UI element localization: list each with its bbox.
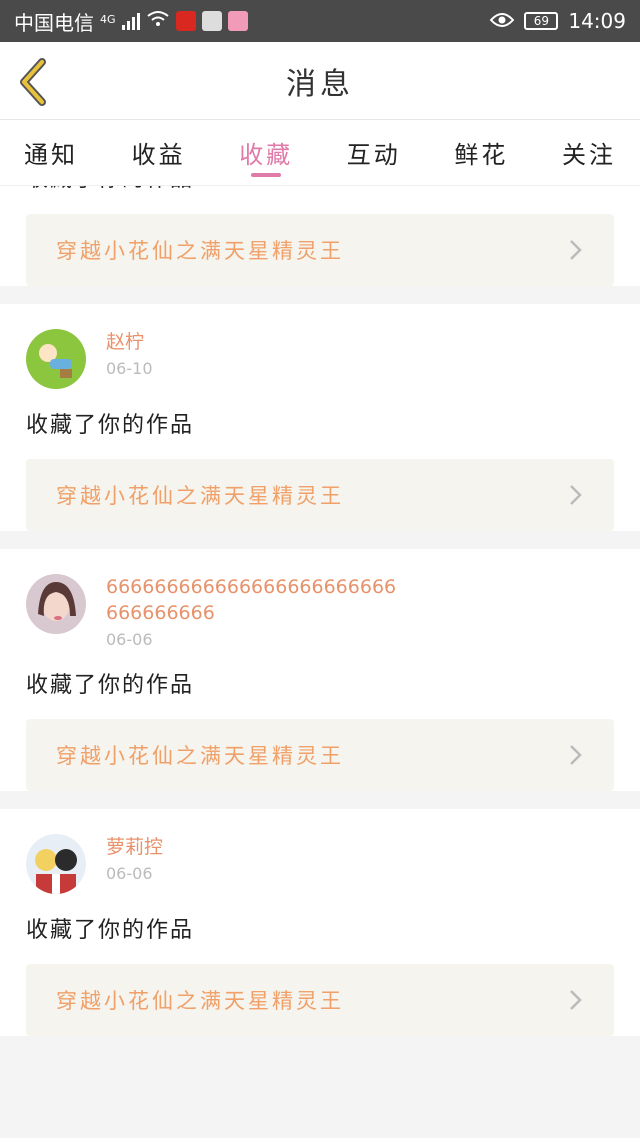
tab-favorites[interactable]: 收藏: [239, 120, 293, 186]
message-app-icon: [201, 11, 222, 31]
chevron-right-icon: [570, 990, 582, 1010]
work-title: 穿越小花仙之满天星精灵王: [56, 239, 344, 263]
network-label: 4G: [100, 12, 116, 26]
eye-icon: [490, 9, 515, 33]
timestamp: 06-10: [106, 359, 153, 378]
tab-earnings[interactable]: 收益: [132, 120, 186, 186]
action-text: 收藏了你的作品: [26, 186, 614, 194]
list-item: 666666666666666666666666666666666 06-06 …: [0, 549, 640, 791]
list-item: 萝莉控 06-06 收藏了你的作品 穿越小花仙之满天星精灵王: [0, 809, 640, 1036]
netease-music-icon: [175, 11, 196, 31]
action-text: 收藏了你的作品: [26, 918, 195, 943]
chevron-right-icon: [570, 240, 582, 260]
username[interactable]: 赵柠: [106, 329, 153, 355]
work-link[interactable]: 穿越小花仙之满天星精灵王: [26, 719, 614, 791]
back-button[interactable]: [14, 58, 54, 106]
tab-interactions[interactable]: 互动: [347, 120, 401, 186]
chevron-right-icon: [570, 745, 582, 765]
tab-bar: 通知 收益 收藏 互动 鲜花 关注: [0, 120, 640, 186]
list-item: 收藏了你的作品 穿越小花仙之满天星精灵王: [0, 186, 640, 286]
tab-following[interactable]: 关注: [562, 120, 616, 186]
back-arrow-icon: [20, 58, 46, 106]
message-feed[interactable]: 收藏了你的作品 穿越小花仙之满天星精灵王 赵柠 06-10 收藏了你的作品 穿越…: [0, 186, 640, 1118]
timestamp: 06-06: [106, 864, 153, 883]
page-title: 消息: [286, 66, 354, 102]
app-notification-icon: [227, 11, 248, 31]
nav-bar: 消息: [0, 42, 640, 120]
list-item: 赵柠 06-10 收藏了你的作品 穿越小花仙之满天星精灵王: [0, 304, 640, 531]
chevron-right-icon: [570, 485, 582, 505]
action-text: 收藏了你的作品: [26, 413, 195, 438]
signal-icon: [121, 12, 140, 30]
action-text: 收藏了你的作品: [26, 673, 195, 698]
carrier-label: 中国电信: [14, 10, 94, 35]
username[interactable]: 萝莉控: [106, 834, 163, 860]
tab-notifications[interactable]: 通知: [24, 120, 78, 186]
work-title: 穿越小花仙之满天星精灵王: [56, 744, 344, 768]
work-link[interactable]: 穿越小花仙之满天星精灵王: [26, 964, 614, 1036]
avatar[interactable]: [26, 574, 86, 634]
work-link[interactable]: 穿越小花仙之满天星精灵王: [26, 214, 614, 286]
work-title: 穿越小花仙之满天星精灵王: [56, 989, 344, 1013]
work-link[interactable]: 穿越小花仙之满天星精灵王: [26, 459, 614, 531]
timestamp: 06-06: [106, 630, 153, 649]
battery-icon: 69: [524, 12, 559, 30]
wifi-icon: [146, 9, 170, 33]
username[interactable]: 666666666666666666666666666666666: [106, 574, 406, 626]
status-bar: 中国电信 4G 69 14:09: [0, 0, 640, 42]
avatar[interactable]: [26, 834, 86, 894]
avatar[interactable]: [26, 329, 86, 389]
tab-flowers[interactable]: 鲜花: [454, 120, 508, 186]
clock: 14:09: [568, 9, 626, 33]
work-title: 穿越小花仙之满天星精灵王: [56, 484, 344, 508]
